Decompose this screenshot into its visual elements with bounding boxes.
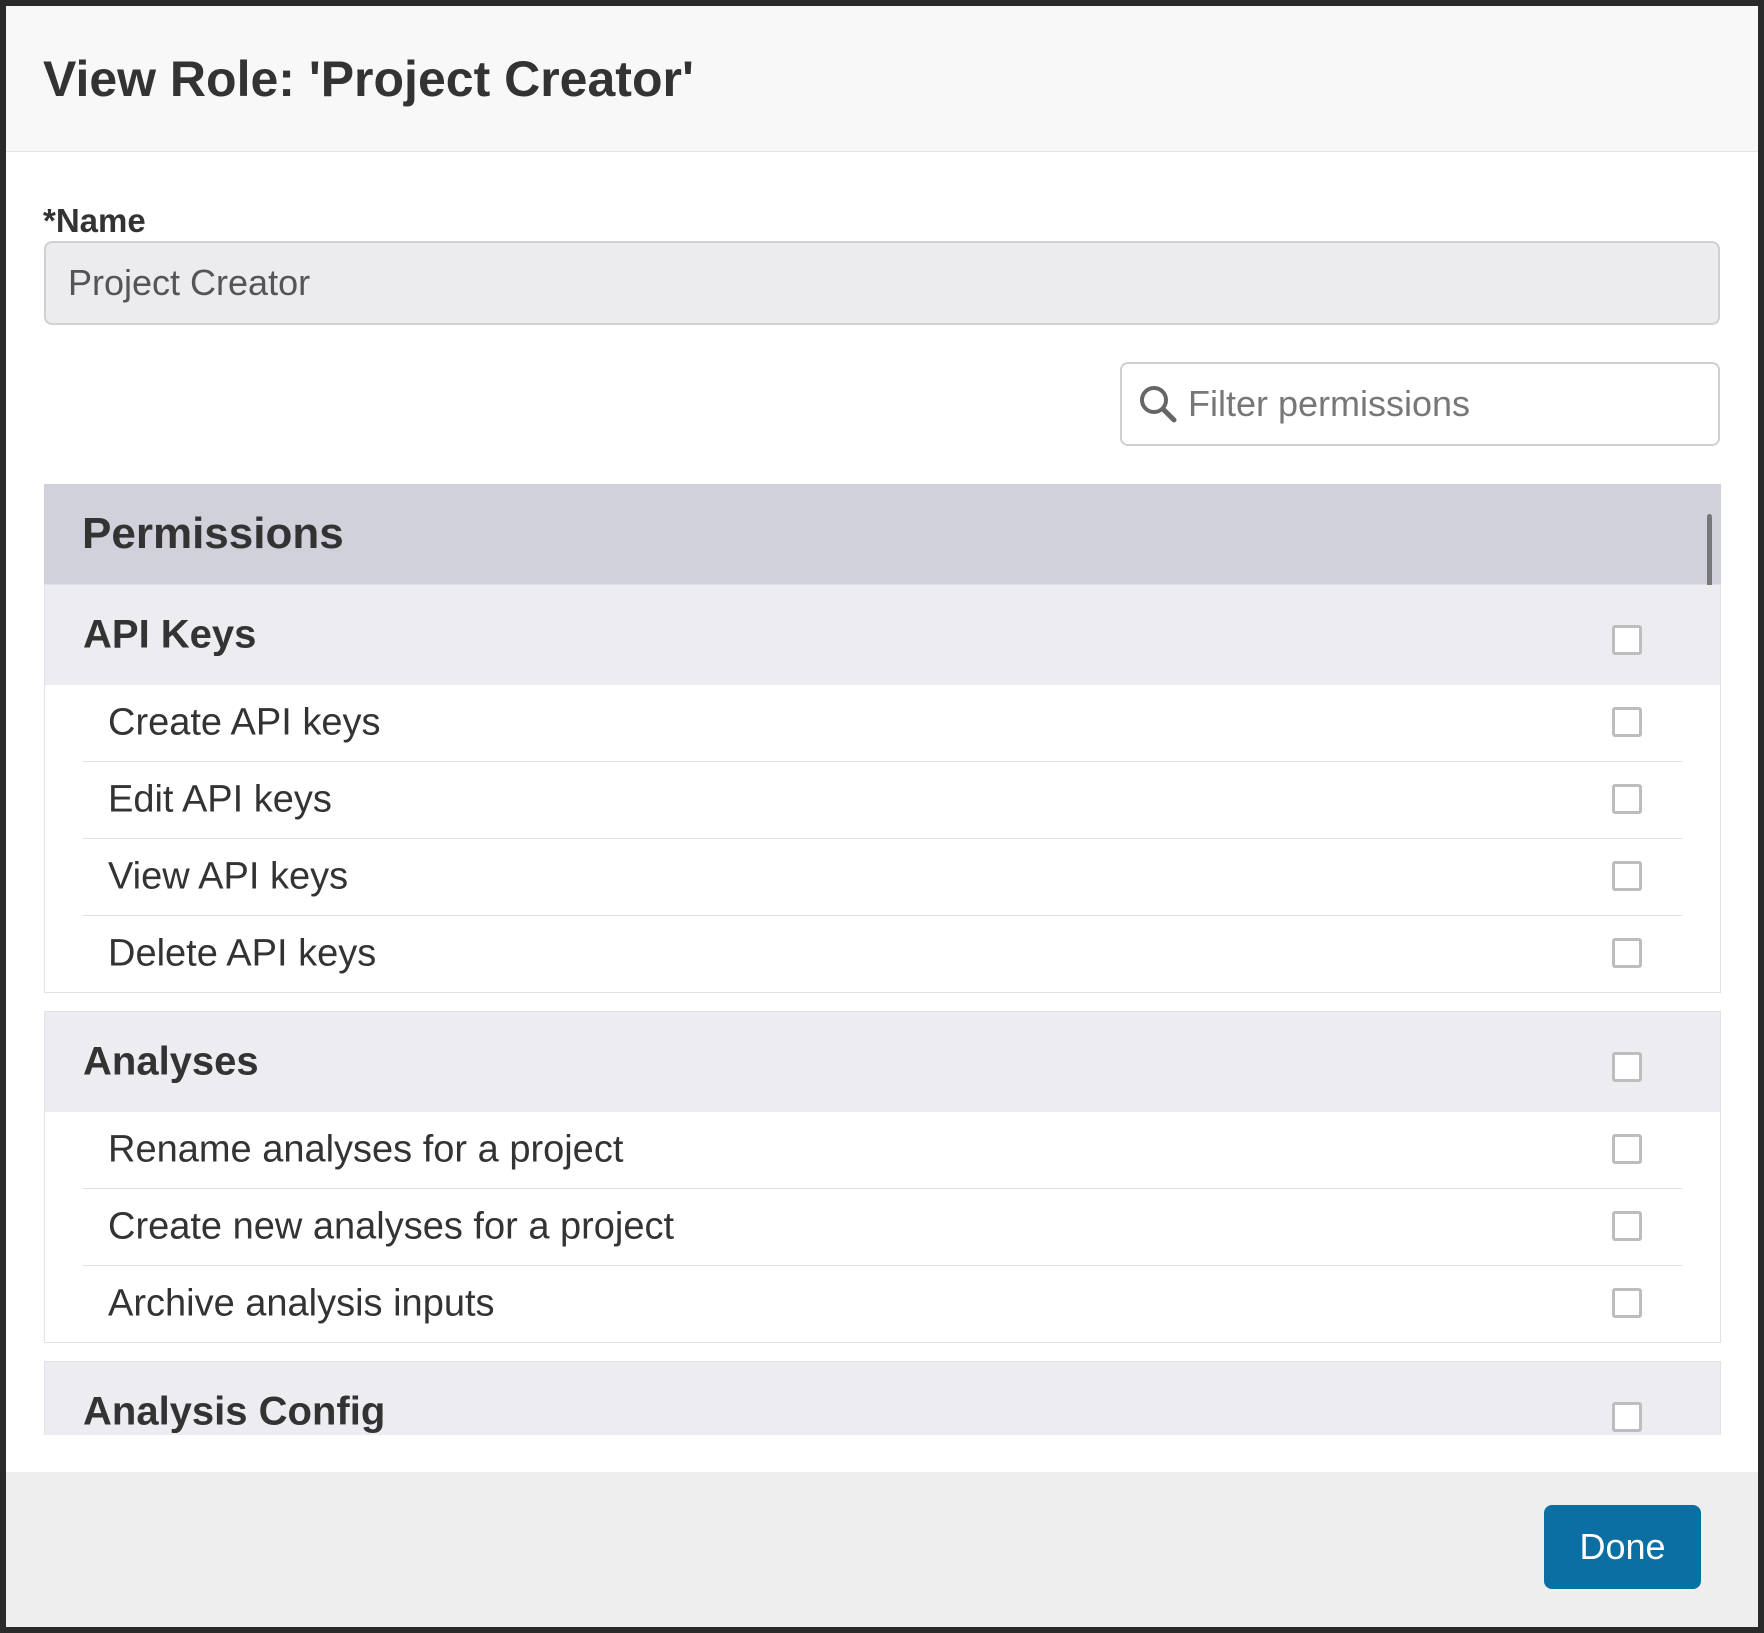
group-title: Analysis Config bbox=[83, 1389, 386, 1434]
search-icon bbox=[1140, 386, 1177, 423]
permission-checkbox[interactable] bbox=[1612, 707, 1642, 737]
done-button[interactable]: Done bbox=[1544, 1505, 1701, 1589]
permissions-header: Permissions bbox=[44, 484, 1721, 584]
permission-row: Rename analyses for a project bbox=[83, 1112, 1682, 1189]
permission-label: Delete API keys bbox=[108, 932, 377, 975]
group-title: API Keys bbox=[83, 612, 257, 657]
permission-checkbox[interactable] bbox=[1612, 1211, 1642, 1241]
dialog-header: View Role: 'Project Creator' bbox=[6, 6, 1758, 152]
permission-checkbox[interactable] bbox=[1612, 784, 1642, 814]
permission-label: Edit API keys bbox=[108, 778, 332, 821]
permission-group-api-keys: API Keys Create API keys Edit API keys V… bbox=[44, 584, 1721, 993]
permission-label: Rename analyses for a project bbox=[108, 1128, 624, 1171]
permission-row: Create new analyses for a project bbox=[83, 1189, 1682, 1266]
filter-permissions-box[interactable] bbox=[1120, 362, 1720, 446]
permission-checkbox[interactable] bbox=[1612, 1134, 1642, 1164]
permission-row: Archive analysis inputs bbox=[83, 1266, 1682, 1342]
name-field-label: *Name bbox=[43, 202, 146, 239]
permission-label: Archive analysis inputs bbox=[108, 1282, 495, 1325]
permission-checkbox[interactable] bbox=[1612, 938, 1642, 968]
permission-row: View API keys bbox=[83, 839, 1682, 916]
permissions-panel: Permissions API Keys Create API keys Edi… bbox=[44, 484, 1721, 1435]
permissions-header-title: Permissions bbox=[82, 509, 344, 558]
group-title: Analyses bbox=[83, 1039, 259, 1084]
permission-label: Create new analyses for a project bbox=[108, 1205, 675, 1248]
filter-permissions-input[interactable] bbox=[1188, 364, 1708, 444]
dialog-footer: Done bbox=[6, 1472, 1758, 1627]
name-field[interactable] bbox=[44, 241, 1720, 325]
permission-row: Create API keys bbox=[83, 685, 1682, 762]
permission-label: View API keys bbox=[108, 855, 349, 898]
permission-checkbox[interactable] bbox=[1612, 1288, 1642, 1318]
scrollbar-thumb[interactable] bbox=[1707, 514, 1712, 590]
group-checkbox-analysis-config[interactable] bbox=[1612, 1402, 1642, 1432]
dialog-title: View Role: 'Project Creator' bbox=[43, 51, 694, 107]
permission-group-analysis-config: Analysis Config bbox=[44, 1361, 1721, 1435]
group-checkbox-analyses[interactable] bbox=[1612, 1052, 1642, 1082]
permission-checkbox[interactable] bbox=[1612, 861, 1642, 891]
group-checkbox-api-keys[interactable] bbox=[1612, 625, 1642, 655]
group-header: Analyses bbox=[45, 1012, 1720, 1112]
permission-row: Edit API keys bbox=[83, 762, 1682, 839]
permission-row: Delete API keys bbox=[83, 916, 1682, 992]
group-header: Analysis Config bbox=[45, 1362, 1720, 1435]
group-header: API Keys bbox=[45, 585, 1720, 685]
view-role-dialog: View Role: 'Project Creator' *Name Permi… bbox=[0, 0, 1764, 1633]
permission-label: Create API keys bbox=[108, 701, 381, 744]
permission-group-analyses: Analyses Rename analyses for a project C… bbox=[44, 1011, 1721, 1343]
